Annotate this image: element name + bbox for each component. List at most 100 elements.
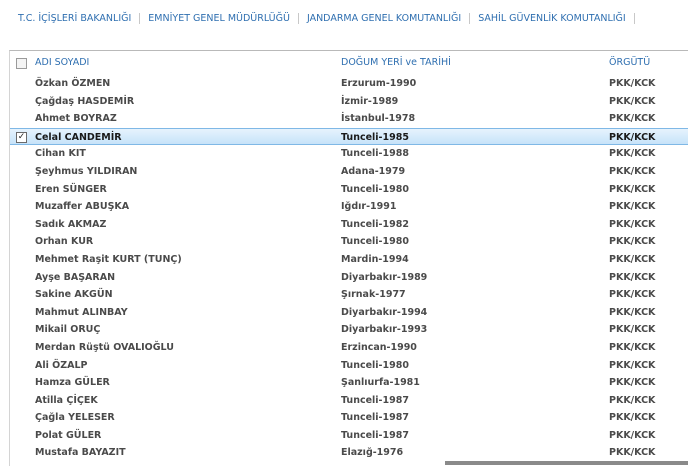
cell-name: Mahmut ALINBAY xyxy=(35,306,128,318)
table-row[interactable]: Mehmet Raşit KURT (TUNÇ) Mardin-1994 PKK/K… xyxy=(10,251,688,269)
cell-org: PKK/KCK xyxy=(609,341,656,353)
cell-org: PKK/KCK xyxy=(609,95,656,107)
cell-org: PKK/KCK xyxy=(609,289,656,301)
table-row[interactable]: Orhan KUR Tunceli-1980 PKK/KCK xyxy=(10,233,688,251)
cell-org: PKK/KCK xyxy=(609,201,656,213)
cell-org: PKK/KCK xyxy=(609,131,656,143)
cell-org: PKK/KCK xyxy=(609,78,656,89)
cell-birth: Diyarbakır-1994 xyxy=(341,306,428,318)
nav-divider xyxy=(469,12,471,24)
cell-birth: Elazığ-1976 xyxy=(341,447,404,459)
table-row[interactable]: Mikail ORUÇ Diyarbakır-1993 PKK/KCK xyxy=(10,321,688,339)
cell-org: PKK/KCK xyxy=(609,113,656,125)
table-body: Özkan ÖZMEN Erzurum-1990 PKK/KCK Çağdaş HAS… xyxy=(10,75,688,462)
header-org[interactable]: ÖRGÜTÜ xyxy=(609,51,650,75)
cell-name: Mustafa BAYAZIT xyxy=(35,447,126,459)
nav-link-emniyet[interactable]: EMNİYET GENEL MÜDÜRLÜĞÜ xyxy=(148,13,290,24)
cell-name: Muzaffer ABUŞKA xyxy=(35,201,130,213)
cell-name: Özkan ÖZMEN xyxy=(35,78,111,89)
cell-birth: Tunceli-1980 xyxy=(341,359,409,371)
cell-birth: Diyarbakır-1993 xyxy=(341,324,428,336)
cell-org: PKK/KCK xyxy=(609,148,656,160)
table-row[interactable]: Şeyhmus YILDIRAN Adana-1979 PKK/KCK xyxy=(10,163,688,181)
cell-name: Celal CANDEMİR xyxy=(35,131,122,143)
cell-name: Ahmet BOYRAZ xyxy=(35,113,117,125)
cell-birth: Şırnak-1977 xyxy=(341,289,406,301)
cell-name: Çağdaş HASDEMİR xyxy=(35,95,135,107)
cell-name: Atilla ÇİÇEK xyxy=(35,394,98,406)
cell-name: Orhan KUR xyxy=(35,236,94,248)
table-row[interactable]: Çağla YELESER Tunceli-1987 PKK/KCK xyxy=(10,409,688,427)
nav-divider xyxy=(297,12,299,24)
cell-name: Eren SÜNGER xyxy=(35,183,107,195)
table-row[interactable]: Polat GÜLER Tunceli-1987 PKK/KCK xyxy=(10,427,688,445)
cell-name: Çağla YELESER xyxy=(35,412,115,424)
cell-birth: Tunceli-1985 xyxy=(341,131,409,143)
table-row[interactable]: Sakine AKGÜN Şırnak-1977 PKK/KCK xyxy=(10,286,688,304)
nav-divider xyxy=(139,12,141,24)
nav-link-icisleri[interactable]: T.C. İÇİŞLERİ BAKANLIĞI xyxy=(18,13,131,24)
cell-birth: Tunceli-1988 xyxy=(341,148,409,160)
table-row[interactable]: Sadık AKMAZ Tunceli-1982 PKK/KCK xyxy=(10,216,688,234)
table-row[interactable]: Merdan Rüştü OVALIOĞLU Erzincan-1990 PKK/K… xyxy=(10,339,688,357)
cell-birth: Diyarbakır-1989 xyxy=(341,271,428,283)
cell-birth: Tunceli-1982 xyxy=(341,218,409,230)
cell-org: PKK/KCK xyxy=(609,412,656,424)
nav-divider xyxy=(633,12,635,24)
cell-name: Şeyhmus YILDIRAN xyxy=(35,165,138,177)
cell-birth: Mardin-1994 xyxy=(341,253,409,265)
cell-name: Ali ÖZALP xyxy=(35,359,88,371)
cell-birth: Iğdır-1991 xyxy=(341,201,397,213)
table-row[interactable]: Atilla ÇİÇEK Tunceli-1987 PKK/KCK xyxy=(10,392,688,410)
cell-birth: Tunceli-1980 xyxy=(341,183,409,195)
cell-birth: Tunceli-1987 xyxy=(341,429,409,441)
table-row[interactable]: Özkan ÖZMEN Erzurum-1990 PKK/KCK xyxy=(10,75,688,93)
table-header: ADI SOYADI DOĞUM YERİ ve TARİHİ ÖRGÜTÜ xyxy=(10,51,688,75)
table-row[interactable]: Eren SÜNGER Tunceli-1980 PKK/KCK xyxy=(10,181,688,199)
cell-org: PKK/KCK xyxy=(609,183,656,195)
cell-name: Sadık AKMAZ xyxy=(35,218,107,230)
cell-birth: Şanlıurfa-1981 xyxy=(341,377,420,389)
table-row[interactable]: Ayşe BAŞARAN Diyarbakır-1989 PKK/KCK xyxy=(10,269,688,287)
cell-name: Cihan KIT xyxy=(35,148,86,160)
table-row[interactable]: Muzaffer ABUŞKA Iğdır-1991 PKK/KCK xyxy=(10,198,688,216)
top-navigation: T.C. İÇİŞLERİ BAKANLIĞI EMNİYET GENEL MÜ… xyxy=(0,0,688,36)
cell-birth: Tunceli-1987 xyxy=(341,394,409,406)
cell-birth: Erzurum-1990 xyxy=(341,78,417,89)
table-row[interactable]: Ali ÖZALP Tunceli-1980 PKK/KCK xyxy=(10,357,688,375)
row-checkbox-checked[interactable]: ✓ xyxy=(16,131,27,143)
cell-org: PKK/KCK xyxy=(609,447,656,459)
cell-org: PKK/KCK xyxy=(609,236,656,248)
table-row[interactable]: Ahmet BOYRAZ İstanbul-1978 PKK/KCK xyxy=(10,110,688,128)
cell-birth: Tunceli-1987 xyxy=(341,412,409,424)
cell-birth: Tunceli-1980 xyxy=(341,236,409,248)
cell-name: Ayşe BAŞARAN xyxy=(35,271,116,283)
table-row[interactable]: Mustafa BAYAZIT Elazığ-1976 PKK/KCK xyxy=(10,444,688,462)
cell-org: PKK/KCK xyxy=(609,377,656,389)
horizontal-scrollbar[interactable] xyxy=(445,461,688,465)
cell-org: PKK/KCK xyxy=(609,253,656,265)
cell-name: Mikail ORUÇ xyxy=(35,324,101,336)
nav-link-jandarma[interactable]: JANDARMA GENEL KOMUTANLIĞI xyxy=(307,13,461,24)
header-name[interactable]: ADI SOYADI xyxy=(35,51,89,75)
table-row[interactable]: Çağdaş HASDEMİR İzmir-1989 PKK/KCK xyxy=(10,93,688,111)
cell-org: PKK/KCK xyxy=(609,359,656,371)
table-row[interactable]: Mahmut ALINBAY Diyarbakır-1994 PKK/KCK xyxy=(10,304,688,322)
cell-name: Merdan Rüştü OVALIOĞLU xyxy=(35,341,174,353)
cell-org: PKK/KCK xyxy=(609,394,656,406)
cell-org: PKK/KCK xyxy=(609,429,656,441)
cell-org: PKK/KCK xyxy=(609,218,656,230)
cell-birth: Adana-1979 xyxy=(341,165,406,177)
table-row[interactable]: Hamza GÜLER Şanlıurfa-1981 PKK/KCK xyxy=(10,374,688,392)
wanted-list-table: ADI SOYADI DOĞUM YERİ ve TARİHİ ÖRGÜTÜ Ö… xyxy=(9,50,688,466)
nav-link-sahil-guvenlik[interactable]: SAHİL GÜVENLİK KOMUTANLIĞI xyxy=(478,13,626,24)
cell-birth: İstanbul-1978 xyxy=(341,113,416,125)
cell-name: Polat GÜLER xyxy=(35,429,102,441)
cell-org: PKK/KCK xyxy=(609,306,656,318)
header-birth[interactable]: DOĞUM YERİ ve TARİHİ xyxy=(341,51,451,75)
table-row[interactable]: Cihan KIT Tunceli-1988 PKK/KCK xyxy=(10,145,688,163)
table-row[interactable]: ✓ Celal CANDEMİR Tunceli-1985 PKK/KCK xyxy=(10,127,688,146)
cell-birth: Erzincan-1990 xyxy=(341,341,417,353)
select-all-checkbox[interactable] xyxy=(16,58,27,69)
cell-name: Sakine AKGÜN xyxy=(35,289,113,301)
